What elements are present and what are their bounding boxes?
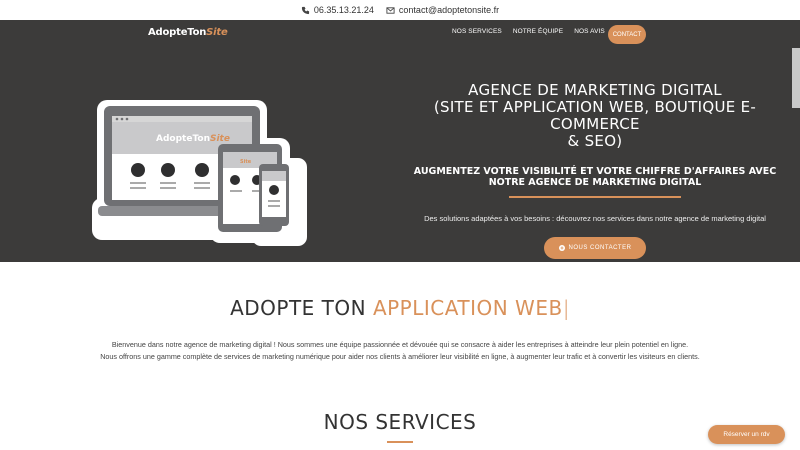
hero-subtitle: AUGMENTEZ VOTRE VISIBILITÉ ET VOTRE CHIF…: [413, 166, 777, 188]
phone-number: 06.35.13.21.24: [313, 5, 374, 15]
hero-section: AdopteTonSite NOS SERVICES NOTRE ÉQUIPE …: [0, 20, 800, 262]
svg-text:Site: Site: [240, 159, 252, 165]
illustration-logo: AdopteTonSite: [156, 134, 230, 144]
hero-title: AGENCE DE MARKETING DIGITAL (SITE ET APP…: [433, 81, 757, 150]
phone-icon: [301, 6, 309, 14]
plus-circle-icon: [558, 245, 565, 251]
main-nav: AdopteTonSite NOS SERVICES NOTRE ÉQUIPE …: [0, 20, 800, 48]
nav-menu: NOS SERVICES NOTRE ÉQUIPE NOS AVIS: [452, 28, 605, 35]
contact-us-label: NOUS CONTACTER: [568, 245, 632, 251]
email-address: contact@adoptetonsite.fr: [398, 5, 500, 15]
email-contact[interactable]: contact@adoptetonsite.fr: [386, 5, 499, 15]
services-title: NOS SERVICES: [323, 410, 477, 434]
nav-item-reviews[interactable]: NOS AVIS: [574, 28, 605, 35]
site-logo[interactable]: AdopteTonSite: [148, 27, 228, 38]
envelope-icon: [386, 6, 395, 14]
intro-line-1: Bienvenue dans notre agence de marketing…: [111, 340, 689, 349]
book-appointment-button[interactable]: Réserver un rdv: [708, 425, 785, 444]
devices-illustration: AdopteTonSite Site: [92, 100, 307, 246]
hero-description: Des solutions adaptées à vos besoins : d…: [424, 214, 766, 223]
nav-item-team[interactable]: NOTRE ÉQUIPE: [513, 28, 563, 35]
intro-title: ADOPTE TON APPLICATION WEB|: [230, 296, 570, 320]
hero-text: AGENCE DE MARKETING DIGITAL (SITE ET APP…: [390, 82, 800, 259]
nav-contact-button[interactable]: CONTACT: [608, 25, 646, 44]
contact-bar: 06.35.13.21.24 contact@adoptetonsite.fr: [0, 0, 800, 20]
nav-item-services[interactable]: NOS SERVICES: [452, 28, 502, 35]
hero-divider: [509, 196, 681, 198]
intro-text: Bienvenue dans notre agence de marketing…: [0, 339, 800, 363]
services-divider: [387, 441, 413, 443]
phone-contact[interactable]: 06.35.13.21.24: [301, 5, 374, 15]
intro-line-2: Nous offrons une gamme complète de servi…: [100, 352, 700, 361]
contact-us-button[interactable]: NOUS CONTACTER: [544, 237, 646, 259]
